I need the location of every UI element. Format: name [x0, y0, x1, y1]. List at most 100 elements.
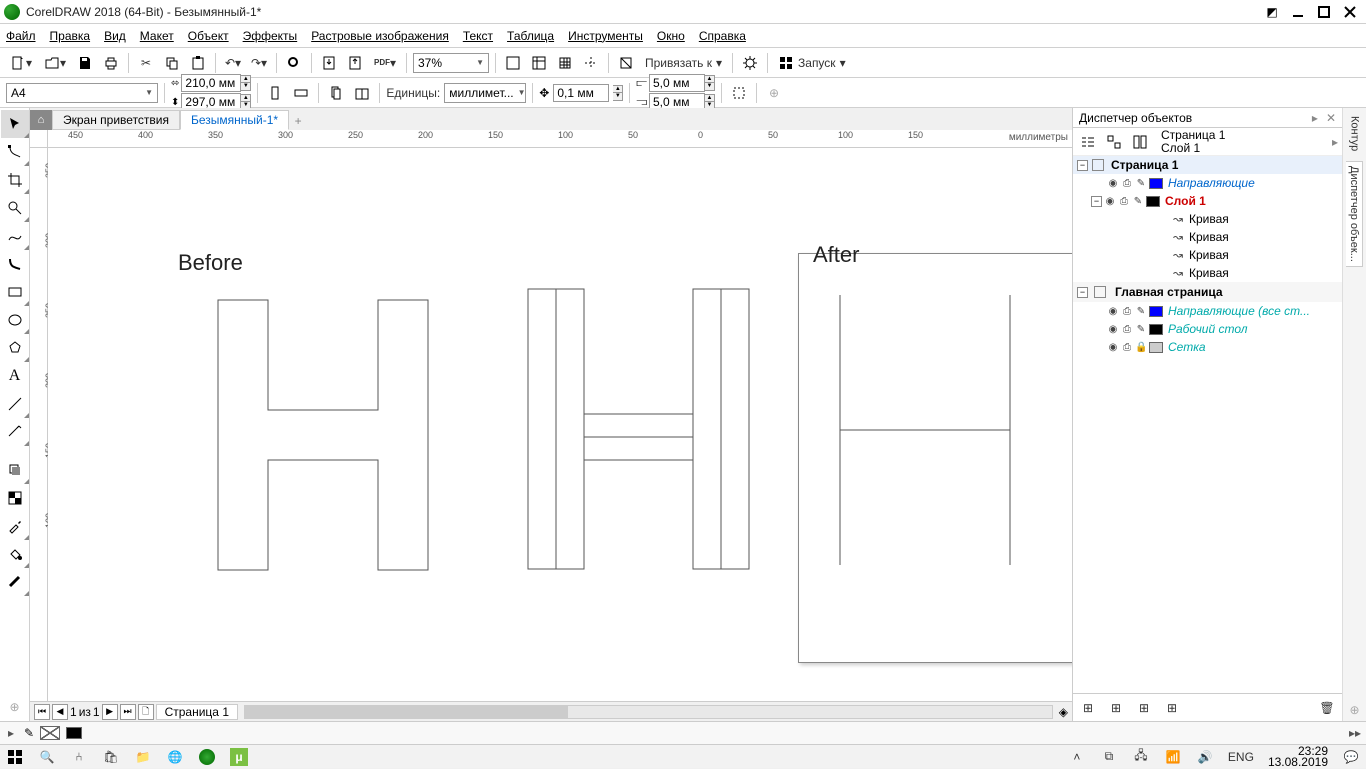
landscape-button[interactable]	[290, 82, 312, 104]
export-button[interactable]	[344, 52, 366, 74]
current-page-button[interactable]	[351, 82, 373, 104]
object-tree[interactable]: −Страница 1 ◉⎙✎Направляющие −◉⎙✎Слой 1 ↝…	[1073, 156, 1342, 693]
menu-layout[interactable]: Макет	[140, 29, 174, 43]
outline-tool[interactable]	[1, 568, 29, 596]
new-layer-button[interactable]: ⊞	[1077, 697, 1099, 719]
sound-icon[interactable]: 🔊	[1196, 748, 1214, 766]
menu-table[interactable]: Таблица	[507, 29, 554, 43]
rectangle-tool[interactable]	[1, 278, 29, 306]
status-prev-icon[interactable]: ▸	[4, 726, 18, 740]
page-tab[interactable]: Страница 1	[156, 704, 238, 720]
menu-tools[interactable]: Инструменты	[568, 29, 643, 43]
cut-button[interactable]: ✂	[135, 52, 157, 74]
print-button[interactable]	[100, 52, 122, 74]
docker-add-button[interactable]: ⊕	[1344, 699, 1366, 721]
paste-button[interactable]	[187, 52, 209, 74]
docker-close-icon[interactable]: ✕	[1326, 111, 1336, 125]
docker-tab-contour[interactable]: Контур	[1347, 112, 1363, 155]
language-indicator[interactable]: ENG	[1228, 750, 1254, 764]
artistic-media-tool[interactable]	[1, 250, 29, 278]
document-tab[interactable]: Безымянный-1*	[180, 110, 289, 130]
prev-page-button[interactable]: ◀	[52, 704, 68, 720]
new-master-layer-button[interactable]: ⊞	[1105, 697, 1127, 719]
transparency-tool[interactable]	[1, 484, 29, 512]
tray-up-icon[interactable]: ˄	[1068, 748, 1086, 766]
fullscreen-button[interactable]	[502, 52, 524, 74]
treat-as-filled-button[interactable]	[728, 82, 750, 104]
maximize-button[interactable]	[1312, 2, 1336, 22]
wifi-icon[interactable]: 📶	[1164, 748, 1182, 766]
add-page-button[interactable]: 🗋	[138, 704, 154, 720]
next-page-button[interactable]: ▶	[102, 704, 118, 720]
rulers-button[interactable]	[528, 52, 550, 74]
dropbox-icon[interactable]: ⧉	[1100, 748, 1118, 766]
outline-swatch[interactable]	[66, 727, 82, 739]
objmgr-view2-icon[interactable]	[1103, 131, 1125, 153]
menu-effects[interactable]: Эффекты	[243, 29, 298, 43]
docker-collapse-icon[interactable]: ▸	[1312, 111, 1318, 125]
text-tool[interactable]: A	[1, 362, 29, 390]
menu-window[interactable]: Окно	[657, 29, 685, 43]
copy-button[interactable]	[161, 52, 183, 74]
ruler-horizontal[interactable]: миллиметры 45040035030025020015010050050…	[48, 130, 1072, 148]
redo-button[interactable]: ↷▾	[248, 52, 270, 74]
menu-text[interactable]: Текст	[463, 29, 493, 43]
menu-bitmaps[interactable]: Растровые изображения	[311, 29, 449, 43]
freehand-tool[interactable]	[1, 222, 29, 250]
explorer-icon[interactable]: 📁	[134, 748, 152, 766]
open-button[interactable]: ▾	[40, 52, 70, 74]
action-center-icon[interactable]: 💬	[1342, 748, 1360, 766]
shape-h-middle[interactable]	[523, 284, 753, 574]
minimize-button[interactable]	[1286, 2, 1310, 22]
objmgr-view3-icon[interactable]	[1129, 131, 1151, 153]
search-button[interactable]	[283, 52, 305, 74]
add-preset-button[interactable]: ⊕	[763, 82, 785, 104]
coreldraw-icon[interactable]	[198, 748, 216, 766]
guidelines-button[interactable]	[580, 52, 602, 74]
nudge-input[interactable]: 0,1 мм	[553, 84, 609, 102]
shape-tool[interactable]	[1, 138, 29, 166]
snap-off-button[interactable]	[615, 52, 637, 74]
publish-pdf-button[interactable]: PDF▾	[370, 52, 400, 74]
save-button[interactable]	[74, 52, 96, 74]
network-icon[interactable]: 🖧	[1132, 748, 1150, 766]
shape-h-after[interactable]	[835, 290, 1015, 570]
drop-shadow-tool[interactable]	[1, 456, 29, 484]
canvas[interactable]: Before After	[48, 148, 1072, 701]
horizontal-scrollbar[interactable]	[244, 705, 1053, 719]
objmgr-view1-icon[interactable]	[1077, 131, 1099, 153]
table-tool[interactable]	[1, 390, 29, 418]
first-page-button[interactable]: ⏮	[34, 704, 50, 720]
page-size-combo[interactable]: A4▼	[6, 83, 158, 103]
signin-icon[interactable]: ◩	[1260, 2, 1284, 22]
menu-help[interactable]: Справка	[699, 29, 746, 43]
polygon-tool[interactable]	[1, 334, 29, 362]
menu-file[interactable]: Файл	[6, 29, 36, 43]
start-icon[interactable]	[6, 748, 24, 766]
ruler-vertical[interactable]: 350300250200150100	[30, 148, 48, 701]
ruler-origin[interactable]	[30, 130, 48, 148]
delete-button[interactable]: 🗑	[1316, 697, 1338, 719]
utorrent-icon[interactable]: μ	[230, 748, 248, 766]
menu-view[interactable]: Вид	[104, 29, 126, 43]
clock[interactable]: 23:29 13.08.2019	[1268, 746, 1328, 768]
undo-button[interactable]: ↶▾	[222, 52, 244, 74]
dimension-tool[interactable]	[1, 418, 29, 446]
home-tab-icon[interactable]: ⌂	[30, 110, 52, 130]
menu-object[interactable]: Объект	[188, 29, 229, 43]
docker-tab-objmgr[interactable]: Диспетчер объек...	[1346, 161, 1363, 267]
search-icon[interactable]: 🔍	[38, 748, 56, 766]
zoom-combo[interactable]: 37%▼	[413, 53, 489, 73]
eyedropper-tool[interactable]	[1, 512, 29, 540]
last-page-button[interactable]: ⏭	[120, 704, 136, 720]
menu-edit[interactable]: Правка	[50, 29, 91, 43]
navigator-icon[interactable]: ◈	[1059, 705, 1068, 719]
launch-button[interactable]: Запуск▾	[774, 52, 850, 74]
edge-icon[interactable]: 🌐	[166, 748, 184, 766]
snap-to-button[interactable]: Привязать к▾	[641, 52, 726, 74]
taskview-icon[interactable]: ⑃	[70, 748, 88, 766]
new-layer3-button[interactable]: ⊞	[1161, 697, 1183, 719]
import-button[interactable]	[318, 52, 340, 74]
fill-handle-icon[interactable]: ✎	[24, 726, 34, 740]
store-icon[interactable]: 🛍	[102, 748, 120, 766]
